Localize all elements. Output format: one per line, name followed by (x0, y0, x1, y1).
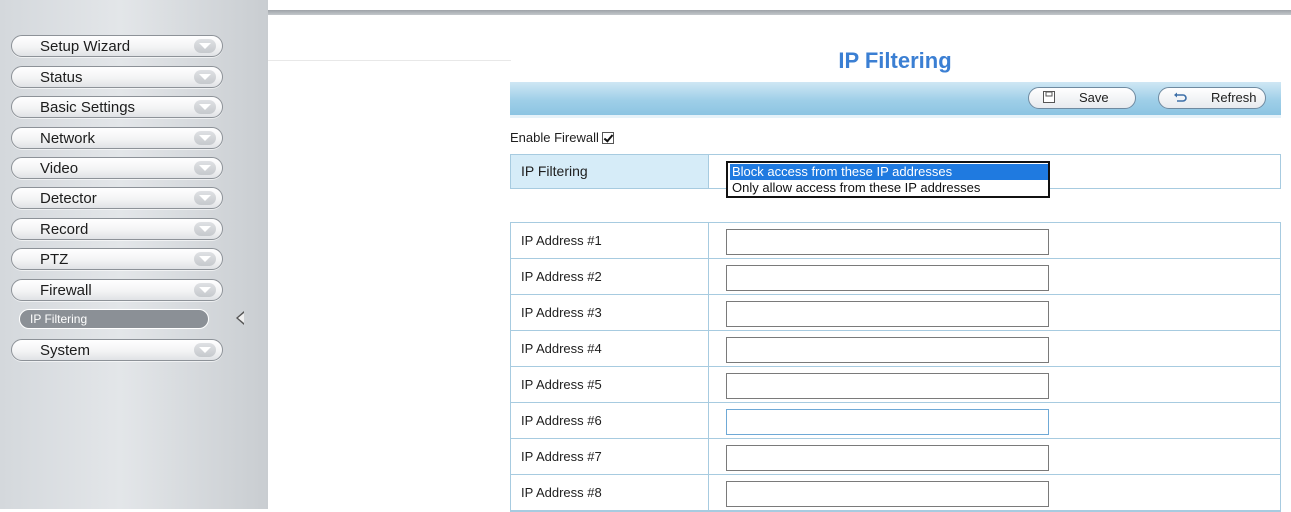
chevron-down-icon (194, 131, 216, 145)
menu-system[interactable]: System (11, 339, 223, 361)
ip-address-1-input[interactable] (726, 229, 1049, 255)
menu-basic-settings[interactable]: Basic Settings (11, 96, 223, 118)
ip-label: IP Address #5 (521, 377, 602, 392)
chevron-down-icon (194, 39, 216, 53)
menu-label: Video (40, 160, 79, 177)
menu-ptz[interactable]: PTZ (11, 248, 223, 270)
ip-label-cell: IP Address #3 (511, 295, 709, 330)
menu-label: Record (40, 221, 89, 238)
chevron-down-icon (194, 222, 216, 236)
table-row: IP Address #7 (511, 439, 1280, 475)
filtering-mode-listbox[interactable]: Block access from these IP addresses Onl… (726, 161, 1050, 198)
filtering-mode-row: IP Filtering Block access from these IP … (510, 154, 1281, 198)
ip-address-2-input[interactable] (726, 265, 1049, 291)
table-row: IP Address #5 (511, 367, 1280, 403)
chevron-down-icon (194, 283, 216, 297)
page-title: IP Filtering (838, 48, 952, 73)
menu-label: Setup Wizard (40, 38, 131, 55)
ip-address-5-input[interactable] (726, 373, 1049, 399)
option-block-access[interactable]: Block access from these IP addresses (730, 164, 1048, 180)
menu-label: PTZ (40, 251, 69, 268)
ip-address-8-input[interactable] (726, 481, 1049, 507)
menu-network[interactable]: Network (11, 127, 223, 149)
active-pointer-icon (236, 311, 244, 325)
chevron-down-icon (194, 191, 216, 205)
menu-record[interactable]: Record (11, 218, 223, 240)
ip-label-cell: IP Address #2 (511, 259, 709, 294)
sidebar: Setup Wizard Status Basic Settings Netwo… (0, 0, 268, 509)
table-row: IP Address #6 (511, 403, 1280, 439)
menu-label: Network (40, 130, 96, 147)
chevron-down-icon (194, 161, 216, 175)
ip-label: IP Address #4 (521, 341, 602, 356)
enable-firewall-label: Enable Firewall (510, 130, 599, 145)
chevron-down-icon (194, 100, 216, 114)
table-row: IP Address #8 (511, 475, 1280, 511)
ip-label-cell: IP Address #6 (511, 403, 709, 438)
table-row: IP Address #3 (511, 295, 1280, 331)
ip-label-cell: IP Address #4 (511, 331, 709, 366)
menu-label: Status (40, 69, 83, 86)
top-divider (268, 10, 1291, 15)
save-button[interactable]: Save (1028, 87, 1136, 109)
menu-label: Detector (40, 190, 97, 207)
chevron-down-icon (194, 252, 216, 266)
refresh-label: Refresh (1211, 90, 1257, 105)
filtering-mode-label: IP Filtering (521, 163, 588, 179)
submenu-label: IP Filtering (30, 312, 88, 326)
ip-address-6-input[interactable] (726, 409, 1049, 435)
table-row: IP Address #1 (511, 223, 1280, 259)
option-allow-access[interactable]: Only allow access from these IP addresse… (730, 180, 1048, 196)
ip-label-cell: IP Address #5 (511, 367, 709, 402)
table-row: IP Address #4 (511, 331, 1280, 367)
toolbar: Save Refresh (510, 82, 1281, 118)
save-icon (1043, 91, 1055, 103)
ip-label-cell: IP Address #1 (511, 223, 709, 258)
submenu-ip-filtering[interactable]: IP Filtering (19, 309, 209, 329)
menu-status[interactable]: Status (11, 66, 223, 88)
chevron-down-icon (194, 70, 216, 84)
ip-label: IP Address #2 (521, 269, 602, 284)
ip-label: IP Address #8 (521, 485, 602, 500)
menu-video[interactable]: Video (11, 157, 223, 179)
filtering-mode-label-cell: IP Filtering (511, 155, 709, 188)
refresh-icon (1174, 92, 1187, 102)
enable-firewall-checkbox[interactable] (601, 132, 614, 144)
ip-label: IP Address #1 (521, 233, 602, 248)
save-label: Save (1079, 90, 1109, 105)
ip-address-7-input[interactable] (726, 445, 1049, 471)
menu-label: Basic Settings (40, 99, 136, 116)
menu-setup-wizard[interactable]: Setup Wizard (11, 35, 223, 57)
ip-address-3-input[interactable] (726, 301, 1049, 327)
ip-label: IP Address #6 (521, 413, 602, 428)
ip-label-cell: IP Address #8 (511, 475, 709, 510)
ip-label: IP Address #7 (521, 449, 602, 464)
enable-firewall-row: Enable Firewall (510, 130, 614, 145)
menu-firewall[interactable]: Firewall (11, 279, 223, 301)
title-divider (268, 60, 511, 61)
ip-address-4-input[interactable] (726, 337, 1049, 363)
ip-label-cell: IP Address #7 (511, 439, 709, 474)
chevron-down-icon (194, 343, 216, 357)
table-row: IP Address #2 (511, 259, 1280, 295)
refresh-button[interactable]: Refresh (1158, 87, 1266, 109)
ip-address-table: IP Address #1 IP Address #2 IP Address #… (510, 222, 1281, 512)
ip-label: IP Address #3 (521, 305, 602, 320)
menu-detector[interactable]: Detector (11, 187, 223, 209)
menu-label: System (40, 342, 91, 359)
menu-label: Firewall (40, 282, 92, 299)
